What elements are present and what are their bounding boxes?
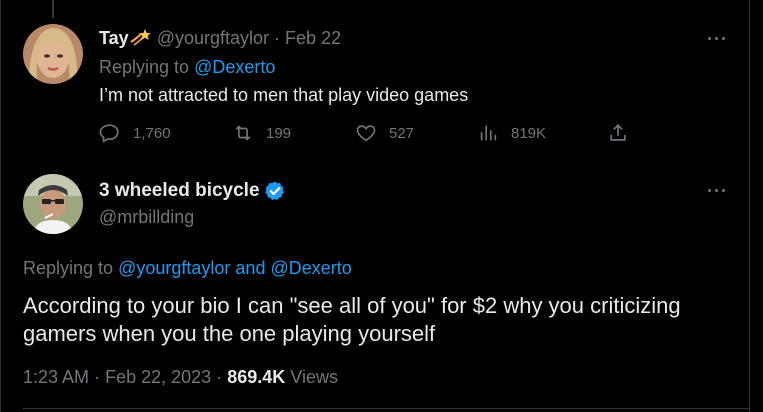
timeline-left-border (0, 0, 1, 412)
timeline-right-border (749, 0, 750, 412)
views-icon (480, 125, 497, 141)
views-count: 819K (511, 124, 547, 142)
like-count: 527 (389, 124, 415, 142)
tweet1-handle[interactable]: @yourgftaylor (157, 28, 269, 48)
retweet-count: 199 (266, 124, 292, 142)
reply-count: 1,760 (133, 124, 171, 142)
avatar-tay[interactable] (23, 24, 83, 84)
tweet1-replying-prefix: Replying to (99, 57, 190, 77)
more-horizontal-icon[interactable] (706, 34, 728, 44)
tweet1-separator: · (274, 28, 281, 48)
tweet2-replying-to: Replying to @yourgftaylor and @Dexerto (23, 257, 352, 279)
tweet2-meta: 1:23 AM · Feb 22, 2023 · 869.4K Views (23, 366, 338, 388)
tweet2-text: According to your bio I can "see all of … (23, 293, 681, 346)
tweet1-date[interactable]: Feb 22 (285, 28, 341, 48)
tweet2-header: 3 wheeled bicycle (99, 179, 286, 203)
retweet-button[interactable]: 199 (232, 121, 291, 145)
tweet2-replying-prefix: Replying to (23, 258, 114, 278)
tweet1-text: I’m not attracted to men that play video… (99, 85, 469, 105)
tweet2-replying-and: and (235, 258, 266, 278)
tweet1-header: Tay @yourgftaylor · Feb 22 (99, 27, 341, 49)
tweet2-replying-user1[interactable]: @yourgftaylor (118, 258, 230, 278)
tweet1-replying-to: Replying to @Dexerto (99, 56, 275, 78)
like-button[interactable]: 527 (355, 121, 414, 145)
reply-button[interactable]: 1,760 (99, 121, 171, 145)
tweet1-author-name[interactable]: Tay (99, 28, 129, 48)
views-button[interactable]: 819K (477, 121, 546, 145)
retweet-icon (235, 125, 251, 141)
tweet2-divider (23, 408, 749, 409)
tweet2-views-label[interactable]: Views (290, 367, 338, 387)
share-icon (610, 124, 626, 141)
more-horizontal-icon[interactable] (706, 186, 728, 196)
avatar-mrbillding[interactable] (23, 174, 83, 234)
share-button[interactable] (607, 121, 641, 145)
tweet2-replying-user2[interactable]: @Dexerto (270, 258, 351, 278)
reply-icon (99, 124, 119, 143)
tweet2-separator: · (94, 367, 101, 387)
shooting-star-icon (129, 28, 151, 46)
heart-icon (356, 125, 376, 142)
tweet2-date[interactable]: Feb 22, 2023 (105, 367, 211, 387)
thread-connector-line (52, 0, 54, 18)
tweet2-time[interactable]: 1:23 AM (23, 367, 89, 387)
tweet2-handle[interactable]: @mrbillding (99, 206, 194, 228)
tweet2-views-count[interactable]: 869.4K (227, 367, 285, 387)
tweet1-replying-user[interactable]: @Dexerto (194, 57, 275, 77)
tweet2-separator-2: · (216, 367, 223, 387)
verified-badge-icon (264, 180, 286, 202)
tweet2-author-name[interactable]: 3 wheeled bicycle (99, 179, 260, 203)
